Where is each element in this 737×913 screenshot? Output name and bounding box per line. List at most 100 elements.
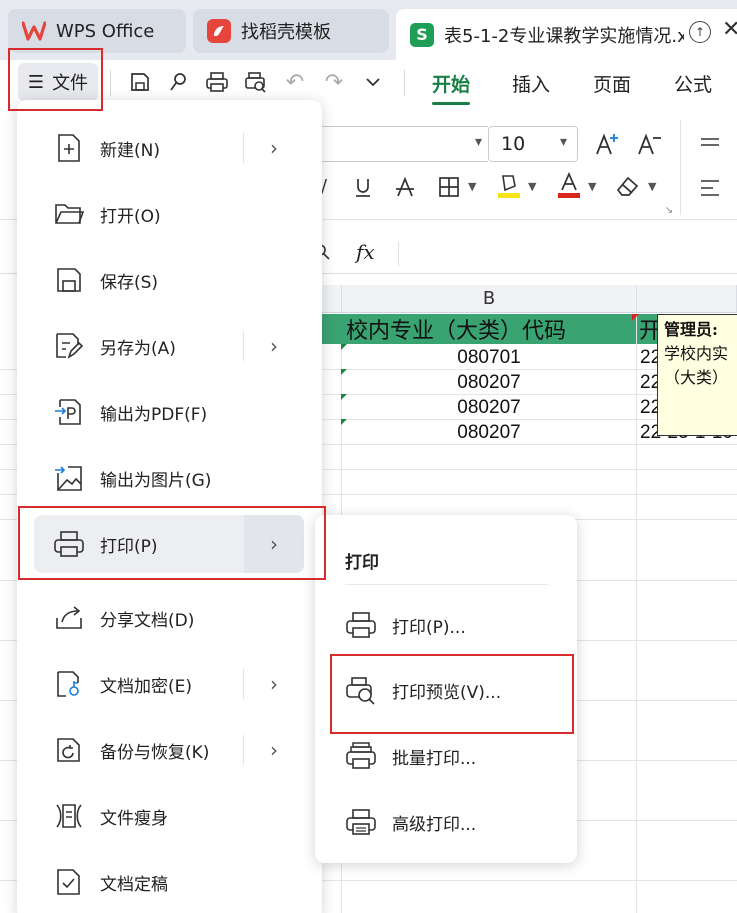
print-preview-icon[interactable] xyxy=(242,68,270,96)
menu-item-slim-file[interactable]: 文件瘦身 xyxy=(34,787,304,845)
undo-icon[interactable]: ↶ xyxy=(281,68,309,96)
menu-item-open[interactable]: 打开(O) xyxy=(34,185,304,243)
cell-comment-popup: 管理员: 学校内实 （大类） xyxy=(657,314,737,436)
ribbon-divider xyxy=(680,120,681,215)
menu-divider xyxy=(243,735,244,765)
menu-item-label: 文件瘦身 xyxy=(100,808,168,829)
menu-item-label: 分享文档(D) xyxy=(100,610,195,631)
menu-item-backup[interactable]: 备份与恢复(K) › xyxy=(34,721,304,779)
menu-item-encrypt[interactable]: 文档加密(E) › xyxy=(34,655,304,713)
printer-icon xyxy=(344,608,378,642)
underline-icon[interactable] xyxy=(350,174,376,200)
encrypt-icon xyxy=(52,667,86,701)
comment-author: 管理员: xyxy=(664,320,718,339)
menu-item-label: 文档定稿 xyxy=(100,874,168,895)
table-cell[interactable]: 080207 xyxy=(342,370,636,395)
chevron-down-icon: ▾ xyxy=(559,134,567,150)
submenu-item-label: 打印(P)... xyxy=(392,617,466,638)
print-icon[interactable] xyxy=(203,68,231,96)
cell-error-indicator xyxy=(341,419,347,425)
column-header-c[interactable] xyxy=(637,285,737,313)
batch-print-icon xyxy=(344,739,378,773)
decrease-font-icon[interactable] xyxy=(636,130,664,158)
chevron-down-icon[interactable]: ▼ xyxy=(588,180,596,193)
comment-indicator xyxy=(632,314,639,321)
menu-item-finalize[interactable]: 文档定稿 xyxy=(34,853,304,911)
chevron-down-icon[interactable]: ▼ xyxy=(468,180,476,193)
tab-insert[interactable]: 插入 xyxy=(512,70,550,97)
menu-item-save[interactable]: 保存(S) xyxy=(34,251,304,309)
tab-wps-office[interactable]: WPS Office xyxy=(8,9,186,53)
tab-label: WPS Office xyxy=(56,20,155,42)
strikethrough-icon[interactable] xyxy=(392,174,418,200)
chevron-right-icon[interactable]: › xyxy=(270,334,278,358)
menu-item-label: 保存(S) xyxy=(100,272,159,293)
font-name-select[interactable]: ▾ xyxy=(318,126,488,162)
font-color-icon[interactable] xyxy=(556,172,582,200)
comment-text-line: 学校内实 xyxy=(664,344,729,363)
table-cell[interactable]: 080207 xyxy=(342,420,636,445)
toolbar-divider xyxy=(404,70,405,96)
header-cell-b[interactable]: 校内专业（大类）代码 xyxy=(342,314,636,344)
chevron-right-icon[interactable]: › xyxy=(270,532,278,556)
comment-text-line: （大类） xyxy=(664,368,729,387)
tab-label: 找稻壳模板 xyxy=(241,22,331,43)
submenu-title: 打印 xyxy=(345,553,379,573)
spreadsheet-logo-icon: S xyxy=(410,22,434,47)
export-image-icon xyxy=(52,461,86,495)
dialog-launcher-icon[interactable]: ↘ xyxy=(664,205,674,216)
font-size-select[interactable]: 10 ▾ xyxy=(488,126,578,162)
chevron-right-icon[interactable]: › xyxy=(270,738,278,762)
menu-item-export-pdf[interactable]: 输出为PDF(F) xyxy=(34,383,304,441)
highlight-print-preview xyxy=(330,654,574,734)
highlight-file-button xyxy=(8,48,103,111)
table-cell[interactable]: 080207 xyxy=(342,395,636,420)
save-icon[interactable] xyxy=(126,68,154,96)
formula-divider xyxy=(398,242,399,266)
align-left-icon[interactable] xyxy=(698,176,722,200)
chevron-down-icon: ▾ xyxy=(474,134,482,150)
column-header-b[interactable]: B xyxy=(342,285,637,313)
tab-formula[interactable]: 公式 xyxy=(674,70,712,97)
pin-tab-icon[interactable]: ↑ xyxy=(689,21,711,43)
font-size-value: 10 xyxy=(501,133,526,155)
chevron-down-icon[interactable] xyxy=(359,68,387,96)
column-header-a[interactable] xyxy=(322,285,342,313)
menu-divider xyxy=(243,669,244,699)
export-icon[interactable] xyxy=(164,68,192,96)
chevron-right-icon[interactable]: › xyxy=(270,136,278,160)
submenu-item-advanced-print[interactable]: 高级打印... xyxy=(330,791,570,853)
header-cell-a[interactable] xyxy=(322,314,342,344)
submenu-item-batch-print[interactable]: 批量打印... xyxy=(330,725,570,787)
tab-daoke-templates[interactable]: 找稻壳模板 xyxy=(193,9,389,53)
menu-item-label: 输出为PDF(F) xyxy=(100,404,208,425)
tab-page[interactable]: 页面 xyxy=(593,70,631,97)
chevron-right-icon[interactable]: › xyxy=(270,672,278,696)
increase-font-icon[interactable] xyxy=(594,130,622,158)
backup-icon xyxy=(52,733,86,767)
table-cell[interactable]: 080701 xyxy=(342,345,636,370)
menu-item-export-image[interactable]: 输出为图片(G) xyxy=(34,449,304,507)
menu-item-label: 备份与恢复(K) xyxy=(100,742,210,763)
menu-item-save-as[interactable]: 另存为(A) › xyxy=(34,317,304,375)
tab-active-spreadsheet[interactable]: S 表5-1-2专业课教学实施情况.xlsx xyxy=(396,9,737,60)
chevron-down-icon[interactable]: ▼ xyxy=(528,180,536,193)
new-file-icon xyxy=(52,131,86,165)
save-icon xyxy=(52,263,86,297)
redo-icon[interactable]: ↷ xyxy=(320,68,348,96)
submenu-item-print[interactable]: 打印(P)... xyxy=(330,594,570,656)
tab-home[interactable]: 开始 xyxy=(432,70,470,97)
save-as-icon xyxy=(52,329,86,363)
eraser-icon[interactable] xyxy=(614,172,642,200)
daoke-logo-icon xyxy=(207,19,231,43)
chevron-down-icon[interactable]: ▼ xyxy=(648,180,656,193)
menu-item-new[interactable]: 新建(N) › xyxy=(34,119,304,177)
menu-item-share[interactable]: 分享文档(D) xyxy=(34,589,304,647)
submenu-item-label: 批量打印... xyxy=(392,748,477,769)
fx-icon[interactable]: fx xyxy=(356,240,375,264)
wps-logo-icon xyxy=(22,19,46,43)
borders-icon[interactable] xyxy=(436,174,462,200)
align-top-icon[interactable] xyxy=(698,132,722,156)
close-tab-icon[interactable]: ✕ xyxy=(722,17,737,42)
fill-color-icon[interactable] xyxy=(496,172,522,200)
